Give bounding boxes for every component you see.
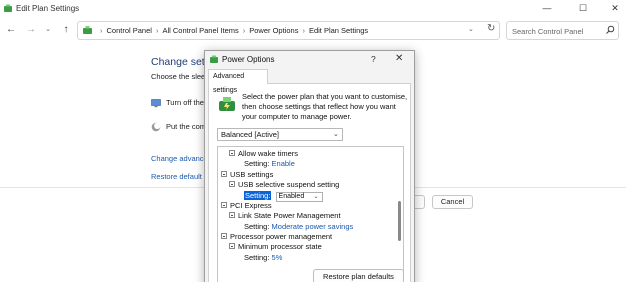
power-options-icon <box>4 4 12 12</box>
search-box[interactable] <box>506 21 619 40</box>
breadcrumb-power-options[interactable]: Power Options <box>249 26 298 35</box>
tree-item-link-setting[interactable]: Setting: Moderate power savings <box>244 222 353 232</box>
chevron-down-icon: ⌄ <box>313 194 319 200</box>
setting-label: Setting: <box>244 191 272 200</box>
sleep-row: Put the comp <box>151 122 210 132</box>
refresh-icon[interactable]: ↻ <box>487 23 495 34</box>
settings-tree[interactable]: Allow wake timers Setting: Enable USB se… <box>217 146 404 282</box>
search-input[interactable] <box>512 25 602 37</box>
scrollbar-thumb[interactable] <box>398 201 401 241</box>
help-button[interactable]: ? <box>371 54 376 64</box>
display-icon <box>151 99 161 108</box>
tree-item-label: PCI Express <box>230 201 272 210</box>
usb-setting-select-value: Enabled <box>278 193 305 200</box>
usb-setting-select[interactable]: Enabled ⌄ <box>275 192 323 202</box>
change-advanced-settings-link[interactable]: Change advanced <box>151 154 212 163</box>
tree-item-label: Link State Power Management <box>238 211 341 220</box>
breadcrumb-separator: › <box>242 26 246 35</box>
tree-item-label: Allow wake timers <box>238 149 299 158</box>
collapse-icon[interactable] <box>229 243 235 249</box>
restore-plan-defaults-button[interactable]: Restore plan defaults <box>313 269 404 282</box>
setting-label: Setting: <box>244 253 270 262</box>
power-options-icon <box>210 55 218 63</box>
tree-scrollbar[interactable] <box>395 147 403 282</box>
chevron-down-icon: ⌄ <box>333 131 339 138</box>
close-button[interactable]: ✕ <box>598 0 626 18</box>
breadcrumb-separator: › <box>302 26 305 35</box>
dialog-title: Power Options <box>222 55 275 64</box>
breadcrumb-separator: › <box>155 26 159 35</box>
collapse-icon[interactable] <box>221 171 227 177</box>
cancel-button[interactable]: Cancel <box>432 195 473 209</box>
tree-item-allow-wake-timers[interactable]: Allow wake timers <box>229 149 298 159</box>
tree-item-label: USB selective suspend setting <box>238 180 340 189</box>
search-icon[interactable] <box>605 25 615 35</box>
breadcrumb-separator: › <box>100 26 103 35</box>
tab-advanced-settings[interactable]: Advanced settings <box>208 69 268 94</box>
tree-item-usb-settings[interactable]: USB settings <box>221 170 273 180</box>
breadcrumb-all-items[interactable]: All Control Panel Items <box>162 26 238 35</box>
breadcrumb: › Control Panel › All Control Panel Items › P… <box>96 26 368 35</box>
power-plan-select[interactable]: Balanced [Active] ⌄ <box>217 128 343 141</box>
sleep-icon <box>151 122 161 132</box>
dialog-titlebar: Power Options ? ✕ <box>205 51 414 69</box>
setting-value[interactable]: 5% <box>272 253 283 262</box>
turn-off-display-label: Turn off the <box>166 98 204 107</box>
tree-item-usb-selective-suspend[interactable]: USB selective suspend setting <box>229 180 339 190</box>
maximize-button[interactable]: ☐ <box>566 0 600 18</box>
address-bar[interactable]: › Control Panel › All Control Panel Items › P… <box>77 21 500 40</box>
setting-label: Setting: <box>244 159 270 168</box>
page-subtext: Choose the sleep <box>151 72 210 81</box>
tree-item-label: USB settings <box>230 170 274 179</box>
window-titlebar: Edit Plan Settings — ☐ ✕ <box>0 0 626 18</box>
collapse-icon[interactable] <box>229 212 235 218</box>
back-button[interactable]: ← <box>3 22 19 38</box>
tree-item-processor-power[interactable]: Processor power management <box>221 232 332 242</box>
control-panel-icon <box>83 26 92 34</box>
tree-item-min-setting[interactable]: Setting: 5% <box>244 253 282 263</box>
turn-off-display-row: Turn off the <box>151 98 204 108</box>
window-title: Edit Plan Settings <box>16 4 80 13</box>
tree-item-pci-express[interactable]: PCI Express <box>221 201 272 211</box>
restore-defaults-link[interactable]: Restore default se <box>151 172 212 181</box>
address-history-chevron-icon[interactable]: ⌄ <box>468 25 474 33</box>
collapse-icon[interactable] <box>229 181 235 187</box>
tree-item-min-processor[interactable]: Minimum processor state <box>229 242 322 252</box>
dialog-description: Select the power plan that you want to c… <box>242 92 408 121</box>
power-plan-select-value: Balanced [Active] <box>221 130 279 139</box>
breadcrumb-control-panel[interactable]: Control Panel <box>107 26 152 35</box>
power-options-dialog: Power Options ? ✕ Advanced settings Sele… <box>204 50 415 282</box>
tree-item-label: Minimum processor state <box>238 242 322 251</box>
forward-button[interactable]: → <box>23 22 39 38</box>
tree-item-label: Processor power management <box>230 232 333 241</box>
setting-label: Setting: <box>244 222 270 231</box>
setting-value[interactable]: Enable <box>272 159 295 168</box>
setting-value[interactable]: Moderate power savings <box>272 222 354 231</box>
power-plan-icon <box>219 97 235 111</box>
page-title: Change setti <box>151 56 210 68</box>
recent-locations-button[interactable]: ⌄ <box>40 22 56 38</box>
collapse-icon[interactable] <box>229 150 235 156</box>
collapse-icon[interactable] <box>221 202 227 208</box>
up-button[interactable]: ↑ <box>58 22 74 38</box>
dialog-close-button[interactable]: ✕ <box>395 53 403 64</box>
tree-item-link-state[interactable]: Link State Power Management <box>229 211 341 221</box>
breadcrumb-edit-plan-settings[interactable]: Edit Plan Settings <box>309 26 368 35</box>
tree-item-wake-setting[interactable]: Setting: Enable <box>244 159 295 169</box>
minimize-button[interactable]: — <box>530 0 564 18</box>
collapse-icon[interactable] <box>221 233 227 239</box>
